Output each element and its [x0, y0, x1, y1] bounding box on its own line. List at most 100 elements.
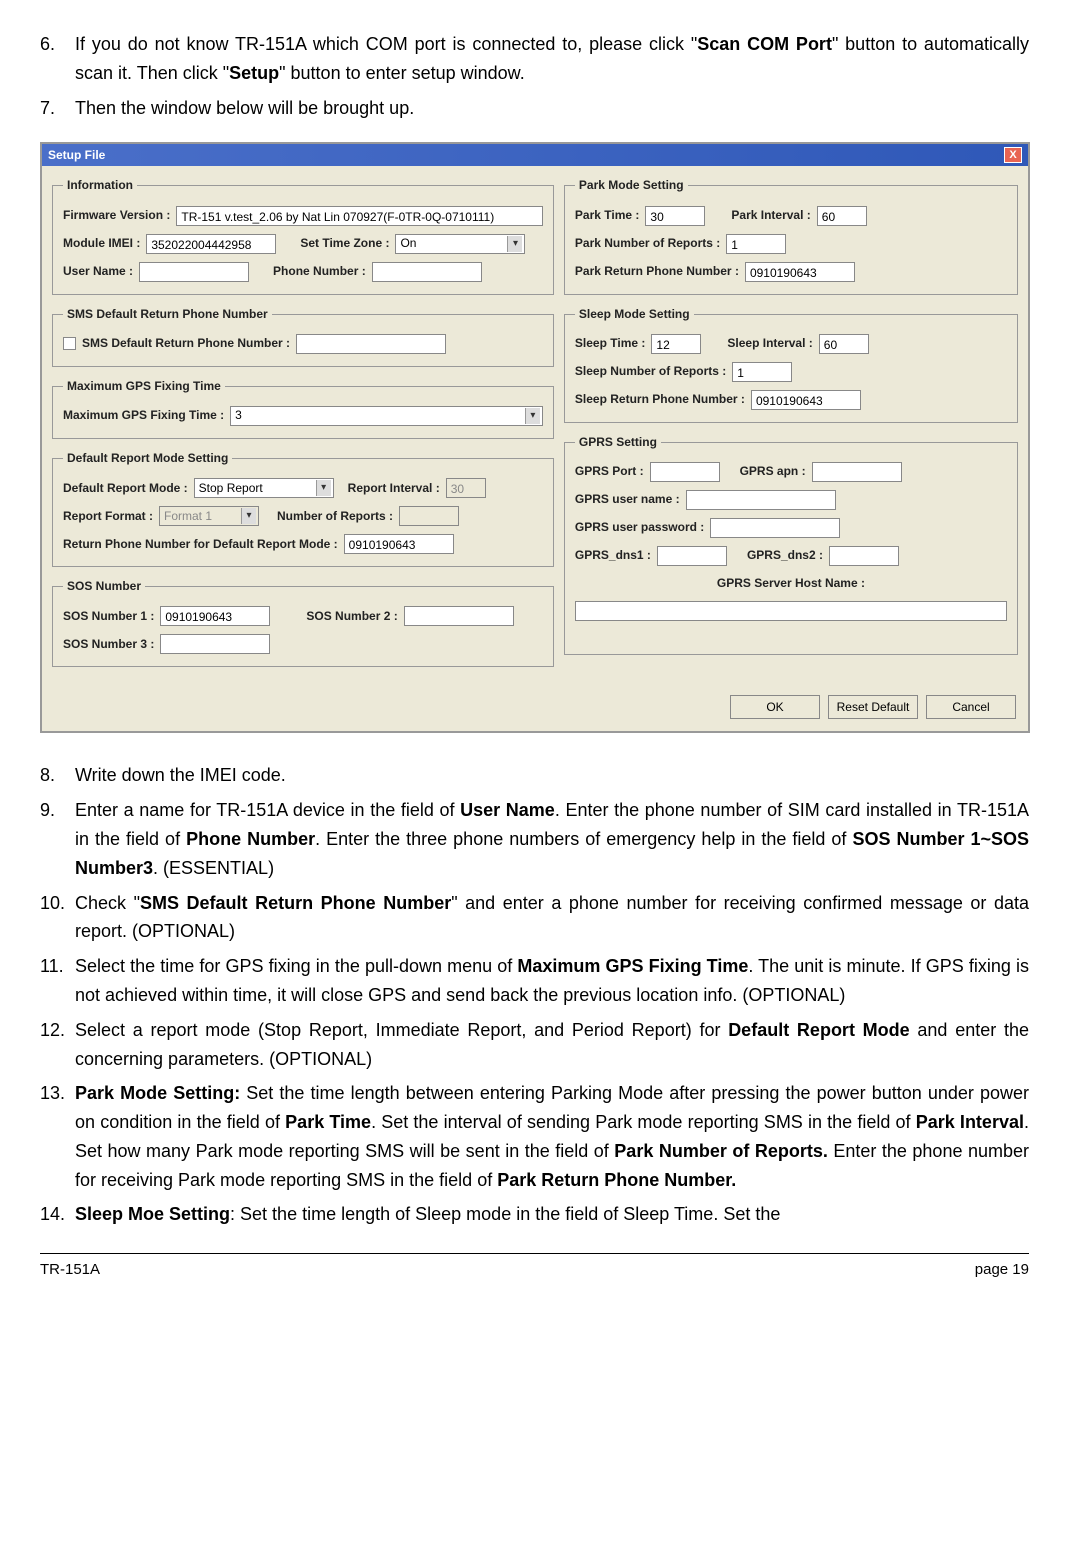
sms-return-input[interactable]	[296, 334, 446, 354]
phonenumber-label: Phone Number :	[273, 262, 366, 281]
sleep-interval-label: Sleep Interval :	[727, 334, 812, 353]
gprs-user-label: GPRS user name :	[575, 490, 680, 509]
gprs-dns1-label: GPRS_dns1 :	[575, 546, 651, 565]
item-text: Sleep Moe Setting: Set the time length o…	[75, 1200, 1029, 1229]
sleep-time-label: Sleep Time :	[575, 334, 645, 353]
instruction-item: 6.If you do not know TR-151A which COM p…	[40, 30, 1029, 88]
sms-return-group: SMS Default Return Phone Number SMS Defa…	[52, 305, 554, 367]
gprs-group: GPRS Setting GPRS Port : GPRS apn : GPRS…	[564, 433, 1018, 655]
bold-text: Default Report Mode	[728, 1020, 909, 1040]
sos2-label: SOS Number 2 :	[306, 607, 397, 626]
report-format-label: Report Format :	[63, 507, 153, 526]
firmware-input[interactable]: TR-151 v.test_2.06 by Nat Lin 070927(F-0…	[176, 206, 543, 226]
ok-button[interactable]: OK	[730, 695, 820, 719]
park-time-label: Park Time :	[575, 206, 639, 225]
timezone-select[interactable]: On	[395, 234, 525, 254]
page-footer: TR-151A page 19	[40, 1253, 1029, 1282]
gps-fix-select[interactable]: 3	[230, 406, 543, 426]
sleep-time-input[interactable]: 12	[651, 334, 701, 354]
park-group: Park Mode Setting Park Time : 30 Park In…	[564, 176, 1018, 294]
report-mode-legend: Default Report Mode Setting	[63, 449, 232, 468]
report-interval-input[interactable]: 30	[446, 478, 486, 498]
item-number: 10.	[40, 889, 75, 947]
instruction-item: 12.Select a report mode (Stop Report, Im…	[40, 1016, 1029, 1074]
item-number: 13.	[40, 1079, 75, 1194]
park-interval-label: Park Interval :	[731, 206, 810, 225]
gprs-host-label: GPRS Server Host Name :	[717, 574, 865, 593]
sleep-reports-label: Sleep Number of Reports :	[575, 362, 726, 381]
report-mode-group: Default Report Mode Setting Default Repo…	[52, 449, 554, 567]
bold-text: Scan COM Port	[697, 34, 832, 54]
gprs-legend: GPRS Setting	[575, 433, 661, 452]
park-time-input[interactable]: 30	[645, 206, 705, 226]
return-phone-input[interactable]: 0910190643	[344, 534, 454, 554]
setup-window: Setup File X Information Firmware Versio…	[40, 142, 1030, 733]
imei-label: Module IMEI :	[63, 234, 140, 253]
num-reports-label: Number of Reports :	[277, 507, 393, 526]
information-legend: Information	[63, 176, 137, 195]
bold-text: Maximum GPS Fixing Time	[517, 956, 748, 976]
username-input[interactable]	[139, 262, 249, 282]
item-text: Enter a name for TR-151A device in the f…	[75, 796, 1029, 882]
report-mode-label: Default Report Mode :	[63, 479, 188, 498]
park-return-input[interactable]: 0910190643	[745, 262, 855, 282]
park-reports-label: Park Number of Reports :	[575, 234, 720, 253]
item-number: 8.	[40, 761, 75, 790]
park-return-label: Park Return Phone Number :	[575, 262, 739, 281]
cancel-button[interactable]: Cancel	[926, 695, 1016, 719]
return-phone-label: Return Phone Number for Default Report M…	[63, 535, 338, 554]
num-reports-input[interactable]	[399, 506, 459, 526]
bold-text: Setup	[229, 63, 279, 83]
bold-text: Park Mode Setting:	[75, 1083, 240, 1103]
sos1-input[interactable]: 0910190643	[160, 606, 270, 626]
instruction-item: 9.Enter a name for TR-151A device in the…	[40, 796, 1029, 882]
phonenumber-input[interactable]	[372, 262, 482, 282]
reset-default-button[interactable]: Reset Default	[828, 695, 918, 719]
gprs-dns1-input[interactable]	[657, 546, 727, 566]
sleep-interval-input[interactable]: 60	[819, 334, 869, 354]
sleep-return-input[interactable]: 0910190643	[751, 390, 861, 410]
instruction-item: 14.Sleep Moe Setting: Set the time lengt…	[40, 1200, 1029, 1229]
item-text: If you do not know TR-151A which COM por…	[75, 30, 1029, 88]
instruction-item: 13.Park Mode Setting: Set the time lengt…	[40, 1079, 1029, 1194]
gprs-apn-input[interactable]	[812, 462, 902, 482]
sleep-return-label: Sleep Return Phone Number :	[575, 390, 745, 409]
sms-return-label: SMS Default Return Phone Number :	[82, 334, 290, 353]
firmware-label: Firmware Version :	[63, 206, 170, 225]
gprs-dns2-input[interactable]	[829, 546, 899, 566]
gprs-port-input[interactable]	[650, 462, 720, 482]
gprs-host-input[interactable]	[575, 601, 1007, 621]
gprs-pass-label: GPRS user password :	[575, 518, 704, 537]
gprs-pass-input[interactable]	[710, 518, 840, 538]
bold-text: Park Time	[285, 1112, 371, 1132]
item-text: Select a report mode (Stop Report, Immed…	[75, 1016, 1029, 1074]
imei-input[interactable]: 352022004442958	[146, 234, 276, 254]
sos1-label: SOS Number 1 :	[63, 607, 154, 626]
sms-return-checkbox[interactable]	[63, 337, 76, 350]
report-format-select[interactable]: Format 1	[159, 506, 259, 526]
instructions-bottom: 8.Write down the IMEI code. 9.Enter a nam…	[40, 761, 1029, 1229]
sos3-label: SOS Number 3 :	[63, 635, 154, 654]
timezone-label: Set Time Zone :	[300, 234, 389, 253]
gprs-dns2-label: GPRS_dns2 :	[747, 546, 823, 565]
item-text: Write down the IMEI code.	[75, 761, 1029, 790]
bold-text: User Name	[460, 800, 555, 820]
sos3-input[interactable]	[160, 634, 270, 654]
gprs-port-label: GPRS Port :	[575, 462, 644, 481]
gps-fix-label: Maximum GPS Fixing Time :	[63, 406, 224, 425]
report-mode-select[interactable]: Stop Report	[194, 478, 334, 498]
instruction-item: 11.Select the time for GPS fixing in the…	[40, 952, 1029, 1010]
gps-fix-group: Maximum GPS Fixing Time Maximum GPS Fixi…	[52, 377, 554, 439]
sleep-reports-input[interactable]: 1	[732, 362, 792, 382]
item-number: 12.	[40, 1016, 75, 1074]
gprs-user-input[interactable]	[686, 490, 836, 510]
bold-text: Phone Number	[186, 829, 315, 849]
park-interval-input[interactable]: 60	[817, 206, 867, 226]
instruction-item: 8.Write down the IMEI code.	[40, 761, 1029, 790]
sos2-input[interactable]	[404, 606, 514, 626]
close-icon[interactable]: X	[1004, 147, 1022, 163]
park-reports-input[interactable]: 1	[726, 234, 786, 254]
information-group: Information Firmware Version : TR-151 v.…	[52, 176, 554, 294]
item-text: Park Mode Setting: Set the time length b…	[75, 1079, 1029, 1194]
sleep-group: Sleep Mode Setting Sleep Time : 12 Sleep…	[564, 305, 1018, 423]
